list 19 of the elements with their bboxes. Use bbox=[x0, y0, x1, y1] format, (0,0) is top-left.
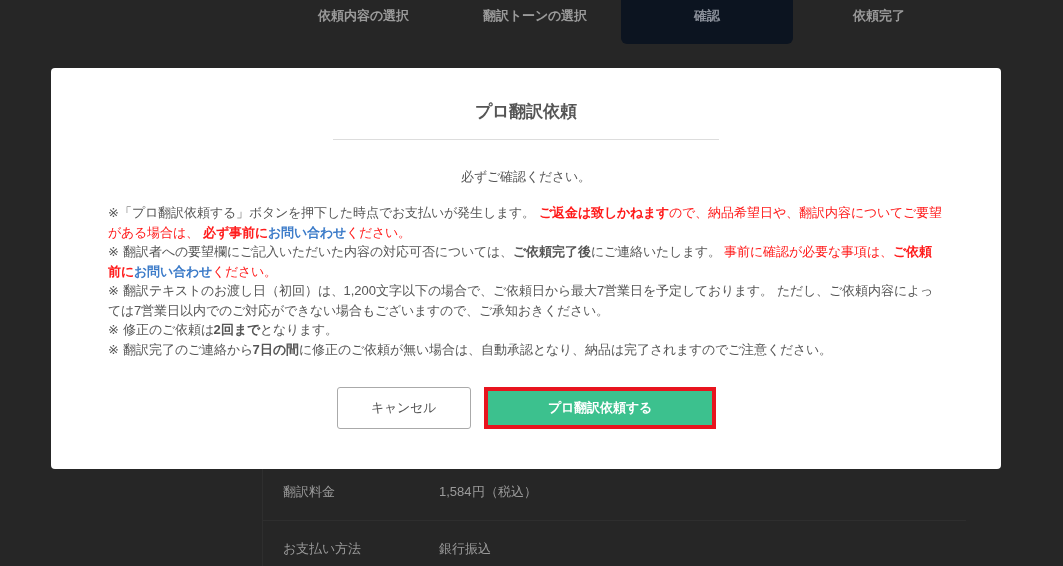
notice-text: ※「プロ翻訳依頼する」ボタンを押下した時点でお支払いが発生します。 ご返金は致しかねますので、納品希望日や、翻訳内容についてご要望がある場合は、 必ず事前にお問い合わせ ください。 bbox=[108, 204, 943, 242]
step-label: 翻訳トーンの選択 bbox=[482, 7, 588, 25]
step-label: 確認 bbox=[621, 0, 793, 44]
notice-text: ※ 翻訳テキストのお渡し日（初回）は、1,200文字以下の場合で、ご依頼日から最大7営業日を予定しております。 ただし、ご依頼内容によっては7営業日以内でのご対応ができない場合もございますので、ご承知おきください。 bbox=[108, 282, 934, 320]
modal-title: プロ翻訳依頼 bbox=[333, 100, 719, 140]
notice-text: ※ 翻訳者への要望欄にご記入いただいた内容の対応可否については、ご依頼完了後にご連絡いたします。 事前に確認が必要な事項は、ご依頼前にお問い合わせ ください。 bbox=[108, 243, 934, 281]
detail-value: 銀行振込 bbox=[439, 540, 491, 558]
step-label: 依頼内容の選択 bbox=[316, 7, 410, 25]
request-button[interactable]: プロ翻訳依頼する bbox=[483, 387, 716, 429]
cancel-button[interactable]: キャンセル bbox=[336, 387, 471, 429]
notice-text: ※ 翻訳完了のご連絡から7日の間に修正のご依頼が無い場合は、自動承認となり、納品は完了されますのでご注意ください。 bbox=[108, 340, 833, 359]
inquiry-link[interactable]: お問い合わせ bbox=[267, 224, 346, 240]
detail-value: 1,584円（税込） bbox=[439, 483, 537, 501]
detail-label: 翻訳料金 bbox=[283, 483, 336, 501]
modal-subtitle: 必ずご確認ください。 bbox=[461, 168, 591, 186]
notice-text: ※ 修正のご依頼は2回までとなります。 bbox=[108, 321, 339, 339]
detail-label: お支払い方法 bbox=[283, 540, 362, 558]
inquiry-link[interactable]: お問い合わせ bbox=[134, 263, 212, 279]
step-label: 依頼完了 bbox=[851, 7, 906, 25]
